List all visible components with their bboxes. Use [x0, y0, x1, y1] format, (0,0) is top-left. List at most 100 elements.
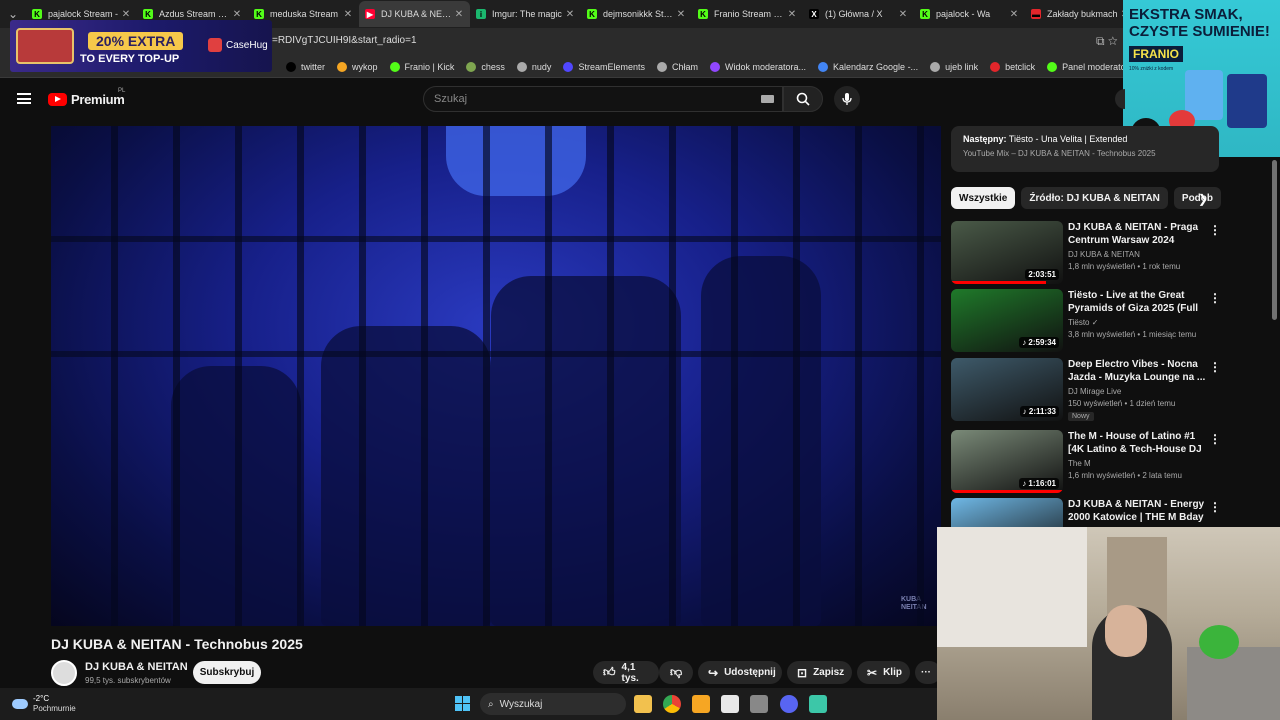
ad-brand-tag: FRANIO: [1129, 46, 1183, 62]
video-cage-bar: [111, 126, 118, 626]
ad-brand: CaseHug: [208, 38, 268, 52]
bookmark-item[interactable]: nudy: [516, 61, 552, 72]
url-field[interactable]: =RDIVgTJCUIH9I&start_radio=1: [272, 35, 417, 46]
bookmark-favicon-icon: [466, 61, 477, 72]
bookmark-label: nudy: [531, 61, 552, 72]
close-tab-icon[interactable]: ✕: [785, 9, 799, 20]
duration-badge: ♪ 1:16:01: [1019, 478, 1059, 489]
more-options-icon[interactable]: ⋮: [1209, 223, 1221, 237]
channel-avatar[interactable]: [51, 660, 77, 686]
recommendation-title[interactable]: Deep Electro Vibes - Nocna Jazda - Muzyk…: [1068, 358, 1206, 384]
like-button[interactable]: 👍︎ 4,1 tys.: [593, 661, 659, 684]
more-options-icon[interactable]: ⋮: [1209, 432, 1221, 446]
search-icon: ⌕: [488, 698, 494, 710]
recommendation-item[interactable]: ♪ 2:59:34 Tiësto - Live at the Great Pyra…: [951, 289, 1221, 353]
tab-favicon-icon: K: [254, 9, 264, 19]
close-tab-icon[interactable]: ✕: [230, 9, 244, 20]
scrollbar[interactable]: [1272, 160, 1277, 320]
up-next-title: Tiësto - Una Velita | Extended: [1008, 134, 1128, 144]
share-icon: ↪: [708, 665, 719, 680]
keyboard-icon[interactable]: [761, 95, 774, 103]
bookmark-item[interactable]: wykop: [337, 61, 378, 72]
browser-tab[interactable]: i Imgur: The magic ✕: [470, 1, 581, 27]
recommendation-channel[interactable]: DJ Mirage Live: [1068, 387, 1121, 396]
bookmark-item[interactable]: Widok moderatora...: [709, 61, 806, 72]
duration-badge: ♪ 2:11:33: [1019, 406, 1059, 417]
browser-tab[interactable]: ▶ DJ KUBA & NEITA ✕: [359, 1, 470, 27]
search-button[interactable]: [783, 86, 823, 112]
video-thumbnail[interactable]: ♪ 2:11:33: [951, 358, 1063, 421]
app-icon[interactable]: [721, 695, 739, 713]
save-button[interactable]: ⊡ Zapisz: [787, 661, 852, 684]
recommendation-title[interactable]: The M - House of Latino #1 [4K Latino & …: [1068, 430, 1206, 456]
browser-tab[interactable]: Kdejmsonikkk Strea ✕: [581, 1, 692, 27]
video-figure: [321, 326, 491, 626]
chip-source[interactable]: Źródło: DJ KUBA & NEITAN: [1021, 187, 1168, 209]
menu-icon[interactable]: [17, 93, 31, 104]
recommendation-channel[interactable]: DJ KUBA & NEITAN: [1068, 250, 1140, 259]
webcam-face: [1105, 605, 1147, 657]
browser-tab[interactable]: K Franio Stream - W ✕: [692, 1, 803, 27]
weather-widget[interactable]: -2°C Pochmurnie: [12, 694, 76, 713]
search-input[interactable]: Szukaj: [423, 86, 783, 112]
close-tab-icon[interactable]: ✕: [452, 9, 466, 20]
more-options-icon[interactable]: ⋮: [1209, 500, 1221, 514]
recommendation-channel[interactable]: The M: [1068, 459, 1091, 468]
video-thumbnail[interactable]: ♪ 1:16:01: [951, 430, 1063, 493]
close-tab-icon[interactable]: ✕: [341, 9, 355, 20]
close-tab-icon[interactable]: ✕: [1007, 9, 1021, 20]
notepad-icon[interactable]: [809, 695, 827, 713]
close-tab-icon[interactable]: ✕: [896, 9, 910, 20]
up-next-card[interactable]: Następny: Tiësto - Una Velita | Extended…: [951, 126, 1219, 172]
bookmark-item[interactable]: ujeb link: [930, 61, 978, 72]
discord-icon[interactable]: [780, 695, 798, 713]
windows-start-icon[interactable]: [455, 696, 470, 711]
video-thumbnail[interactable]: ♪ 2:59:34: [951, 289, 1063, 352]
chip-all[interactable]: Wszystkie: [951, 187, 1016, 209]
bookmark-item[interactable]: Franio | Kick: [389, 61, 454, 72]
recommendation-title[interactable]: DJ KUBA & NEITAN - Energy 2000 Katowice …: [1068, 498, 1206, 524]
browser-tab[interactable]: X (1) Główna / X ✕: [803, 1, 914, 27]
recommendation-title[interactable]: DJ KUBA & NEITAN - Praga Centrum Warsaw …: [1068, 221, 1206, 247]
recommendation-title[interactable]: Tiësto - Live at the Great Pyramids of G…: [1068, 289, 1206, 315]
youtube-logo[interactable]: Premium PL: [48, 88, 125, 107]
app-icon[interactable]: [692, 695, 710, 713]
bookmark-item[interactable]: Chłam: [656, 61, 698, 72]
bookmark-label: betclick: [1005, 61, 1036, 72]
voice-search-button[interactable]: [834, 86, 860, 112]
clip-button[interactable]: ✂ Klip: [857, 661, 910, 684]
recommendation-channel[interactable]: Tiësto ✓: [1068, 318, 1098, 327]
bookmark-item[interactable]: StreamElements: [563, 61, 645, 72]
close-tab-icon[interactable]: ✕: [563, 9, 577, 20]
close-tab-icon[interactable]: ✕: [674, 9, 688, 20]
more-options-icon[interactable]: ⋮: [1209, 360, 1221, 374]
recommendation-item[interactable]: ♪ 1:16:01 The M - House of Latino #1 [4K …: [951, 430, 1221, 494]
subscribe-button[interactable]: Subskrybuj: [193, 661, 261, 684]
taskbar-search[interactable]: ⌕ Wyszukaj: [480, 693, 626, 715]
bookmark-item[interactable]: betclick: [990, 61, 1036, 72]
recommendation-item[interactable]: ♪ 2:11:33 Deep Electro Vibes - Nocna Jazd…: [951, 358, 1221, 422]
settings-icon[interactable]: [750, 695, 768, 713]
file-explorer-icon[interactable]: [634, 695, 652, 713]
account-avatar[interactable]: [1115, 89, 1125, 109]
chevron-right-icon[interactable]: ❯: [1198, 192, 1208, 206]
video-thumbnail[interactable]: 2:03:51: [951, 221, 1063, 284]
recommendation-item[interactable]: 2:03:51 DJ KUBA & NEITAN - Praga Centrum …: [951, 221, 1221, 285]
chrome-icon[interactable]: [663, 695, 681, 713]
dislike-button[interactable]: 👎︎: [659, 661, 693, 684]
ad-banner-casehug[interactable]: 20% EXTRA TO EVERY TOP-UP CaseHug: [10, 20, 272, 72]
duration-badge: ♪ 2:59:34: [1019, 337, 1059, 348]
browser-tab[interactable]: ▬Zakłady bukmach✕: [1025, 1, 1136, 27]
share-button[interactable]: ↪ Udostępnij: [698, 661, 782, 684]
bookmark-item[interactable]: twitter: [286, 61, 325, 72]
browser-tab[interactable]: Kpajalock - Wa ✕: [914, 1, 1025, 27]
close-tab-icon[interactable]: ✕: [119, 9, 133, 20]
video-player[interactable]: KUBA NEITAN: [51, 126, 941, 626]
ad-brand-label: CaseHug: [226, 39, 268, 51]
more-options-icon[interactable]: ⋮: [1209, 291, 1221, 305]
install-app-icon[interactable]: ⧉ ☆: [1096, 34, 1118, 49]
bookmark-item[interactable]: Kalendarz Google -...: [818, 61, 918, 72]
tab-favicon-icon: K: [587, 9, 597, 19]
channel-name[interactable]: DJ KUBA & NEITAN: [85, 661, 188, 673]
bookmark-item[interactable]: chess: [466, 61, 505, 72]
